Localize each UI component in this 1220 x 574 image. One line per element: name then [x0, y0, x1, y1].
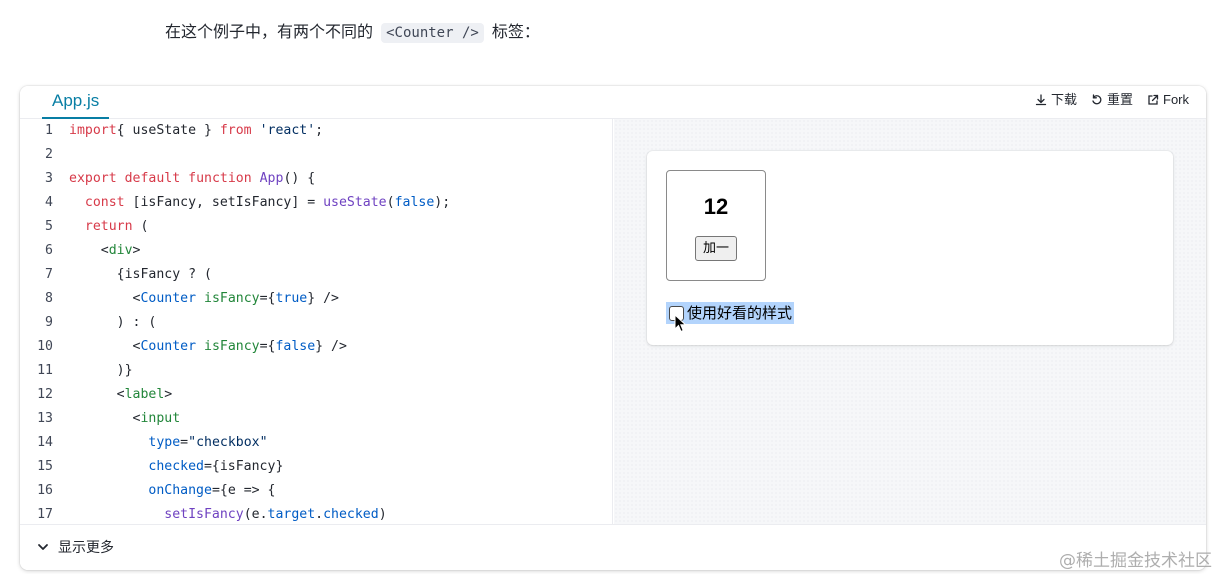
code-line: 6 <div> — [20, 239, 612, 263]
counter-box: 12 加一 — [666, 170, 766, 281]
inline-code: <Counter /> — [381, 23, 484, 43]
line-source: return ( — [84, 219, 149, 234]
line-source: )} — [69, 363, 133, 378]
sandbox-footer: 显示更多 — [20, 524, 1206, 570]
code-line: 3 export default function App() { — [20, 167, 612, 191]
sandbox-tabbar: App.js 下载 重置 Fork — [20, 86, 1206, 119]
line-number: 8 — [45, 291, 53, 306]
code-line: 8 <Counter isFancy={true} /> — [20, 287, 612, 311]
line-source — [53, 143, 69, 167]
code-line: 12 <label> — [20, 383, 612, 407]
line-source: {isFancy ? ( — [69, 267, 212, 282]
line-number: 6 — [45, 243, 53, 258]
mouse-pointer-icon — [674, 314, 687, 333]
chevron-down-icon — [38, 544, 48, 550]
line-source: <div> — [69, 243, 141, 258]
show-more-label: 显示更多 — [58, 540, 114, 556]
code-line: 1 import{ useState } from 'react'; — [20, 119, 612, 143]
line-source: <Counter isFancy={false} /> — [69, 339, 347, 354]
line-number: 3 — [45, 171, 53, 186]
line-number: 14 — [37, 435, 53, 450]
code-line: 16 onChange={e => { — [20, 479, 612, 503]
line-number: 11 — [37, 363, 53, 378]
line-number: 7 — [45, 267, 53, 282]
external-link-icon — [1148, 94, 1159, 105]
code-lines: 1 import{ useState } from 'react'; 2 3 expor… — [20, 119, 612, 524]
line-source: checked={isFancy} — [148, 459, 284, 474]
line-number: 9 — [45, 315, 53, 330]
download-label: 下载 — [1050, 92, 1077, 107]
fork-button[interactable]: Fork — [1147, 91, 1189, 109]
fork-label: Fork — [1163, 92, 1189, 107]
line-number: 4 — [45, 195, 53, 210]
intro-text-before: 在这个例子中，有两个不同的 — [165, 22, 374, 41]
line-source: <input — [69, 411, 181, 426]
code-line: 14 type="checkbox" — [20, 431, 612, 455]
counter-value: 12 — [703, 194, 729, 219]
code-line: 5 return ( — [20, 215, 612, 239]
line-source: import{ useState } from 'react'; — [69, 123, 324, 138]
line-number: 2 — [45, 147, 53, 162]
reset-icon — [1092, 94, 1102, 105]
line-number: 10 — [37, 339, 53, 354]
line-number: 16 — [37, 483, 53, 498]
code-line: 9 ) : ( — [20, 311, 612, 335]
code-line: 4 const [isFancy, setIsFancy] = useState… — [20, 191, 612, 215]
intro-paragraph: 在这个例子中，有两个不同的 <Counter /> 标签： — [165, 20, 540, 45]
line-number: 5 — [45, 219, 53, 234]
code-line: 13 <input — [20, 407, 612, 431]
code-line: 11 )} — [20, 359, 612, 383]
line-source: ) : ( — [69, 315, 157, 330]
download-icon — [1035, 94, 1047, 106]
download-button[interactable]: 下载 — [1035, 91, 1077, 109]
line-number: 12 — [37, 387, 53, 402]
line-source: <label> — [69, 387, 173, 402]
line-source: <Counter isFancy={true} /> — [69, 291, 339, 306]
line-source: setIsFancy(e.target.checked) — [164, 507, 387, 522]
line-source: export default function App() { — [69, 171, 316, 186]
line-number: 17 — [37, 507, 53, 522]
preview-pane: 12 加一 使用好看的样式 — [614, 119, 1206, 524]
code-editor[interactable]: 1 import{ useState } from 'react'; 2 3 expor… — [20, 119, 613, 524]
code-line: 10 <Counter isFancy={false} /> — [20, 335, 612, 359]
code-line: 15 checked={isFancy} — [20, 455, 612, 479]
reset-button[interactable]: 重置 — [1091, 91, 1133, 109]
fancy-checkbox-label: 使用好看的样式 — [687, 304, 793, 322]
increment-button[interactable]: 加一 — [695, 236, 737, 261]
show-more-button[interactable]: 显示更多 — [36, 537, 114, 557]
line-source: onChange={e => { — [148, 483, 276, 498]
intro-text-after: 标签： — [491, 22, 540, 41]
watermark: @稀土掘金技术社区 — [1059, 551, 1212, 571]
sandbox-actions: 下载 重置 Fork — [1035, 91, 1189, 109]
preview-frame: 12 加一 使用好看的样式 — [647, 151, 1173, 345]
code-sandbox: App.js 下载 重置 Fork 1 import{ useState } fr… — [20, 86, 1206, 570]
line-source: type="checkbox" — [148, 435, 268, 450]
code-line: 17 setIsFancy(e.target.checked) — [20, 503, 612, 524]
line-number: 1 — [45, 123, 53, 138]
reset-label: 重置 — [1106, 92, 1133, 107]
line-number: 13 — [37, 411, 53, 426]
line-number: 15 — [37, 459, 53, 474]
code-line: 2 — [20, 143, 612, 167]
code-line: 7 {isFancy ? ( — [20, 263, 612, 287]
tab-app-js[interactable]: App.js — [42, 86, 110, 119]
line-source: const [isFancy, setIsFancy] = useState(f… — [84, 195, 451, 210]
